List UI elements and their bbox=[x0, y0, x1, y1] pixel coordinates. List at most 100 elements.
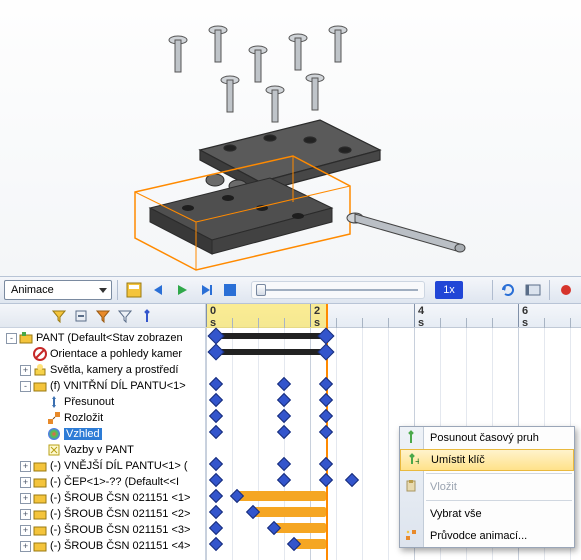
keyframe[interactable] bbox=[209, 457, 223, 471]
expand-toggle bbox=[20, 349, 31, 360]
play-button[interactable] bbox=[171, 279, 193, 301]
ctx-pr-vodce-animac-[interactable]: Průvodce animací... bbox=[400, 525, 574, 547]
expand-toggle[interactable]: + bbox=[20, 461, 31, 472]
tree-row[interactable]: +(-) ČEP<1>-?? (Default<<I bbox=[0, 474, 205, 490]
keyframe[interactable] bbox=[319, 409, 333, 423]
stop-button[interactable] bbox=[219, 279, 241, 301]
loop-button[interactable] bbox=[498, 279, 520, 301]
tree-row[interactable]: Rozložit bbox=[0, 410, 205, 426]
expand-toggle[interactable]: + bbox=[20, 493, 31, 504]
keyframe[interactable] bbox=[209, 473, 223, 487]
keyframe[interactable] bbox=[209, 393, 223, 407]
tree-row[interactable]: +Světla, kamery a prostředí bbox=[0, 362, 205, 378]
ctx-um-stit-kl-[interactable]: +Umístit klíč bbox=[400, 449, 574, 471]
expand-toggle[interactable]: + bbox=[20, 541, 31, 552]
tree-row[interactable]: +(-) ŠROUB ČSN 021151 <1> bbox=[0, 490, 205, 506]
part-icon bbox=[33, 523, 47, 537]
timeline-row[interactable] bbox=[206, 328, 581, 344]
time-bar[interactable] bbox=[237, 491, 325, 501]
keyframe[interactable] bbox=[209, 377, 223, 391]
keyframe[interactable] bbox=[317, 328, 334, 345]
expand-toggle[interactable]: + bbox=[20, 525, 31, 536]
keyframe[interactable] bbox=[277, 393, 291, 407]
speed-menu-button[interactable] bbox=[465, 279, 487, 301]
keyframe[interactable] bbox=[208, 328, 225, 345]
time-slider[interactable] bbox=[251, 281, 425, 299]
timeline-row[interactable] bbox=[206, 344, 581, 360]
part-icon bbox=[33, 475, 47, 489]
calc-button[interactable] bbox=[123, 279, 145, 301]
expand-toggle[interactable]: + bbox=[20, 509, 31, 520]
keyframe[interactable] bbox=[208, 344, 225, 361]
timeline-row[interactable] bbox=[206, 408, 581, 424]
timeline-row[interactable] bbox=[206, 392, 581, 408]
keyframe[interactable] bbox=[317, 344, 334, 361]
tree-row[interactable]: Přesunout bbox=[0, 394, 205, 410]
tree-row[interactable]: Vazby v PANT bbox=[0, 442, 205, 458]
save-avi-button[interactable] bbox=[522, 279, 544, 301]
svg-text:+: + bbox=[415, 456, 419, 467]
keyframe[interactable] bbox=[209, 537, 223, 551]
keyframe[interactable] bbox=[277, 425, 291, 439]
tree-row[interactable]: -PANT (Default<Stav zobrazen bbox=[0, 330, 205, 346]
expand-toggle bbox=[34, 429, 45, 440]
expand-toggle[interactable]: - bbox=[6, 333, 17, 344]
keyframe[interactable] bbox=[345, 473, 359, 487]
tree-row[interactable]: - (f) VNITŘNÍ DÍL PANTU<1> bbox=[0, 378, 205, 394]
model-viewport[interactable] bbox=[0, 0, 581, 276]
step-back-button[interactable] bbox=[147, 279, 169, 301]
ctx-posunout-asov-pruh[interactable]: Posunout časový pruh bbox=[400, 427, 574, 449]
keyframe[interactable] bbox=[209, 409, 223, 423]
tree-label: Vazby v PANT bbox=[64, 444, 134, 456]
step-fwd-button[interactable] bbox=[195, 279, 217, 301]
tree-row[interactable]: Orientace a pohledy kamer bbox=[0, 346, 205, 362]
time-bar[interactable] bbox=[216, 349, 325, 355]
mode-label: Animace bbox=[11, 284, 54, 296]
expand-toggle[interactable]: - bbox=[20, 381, 31, 392]
ctx-label: Vybrat vše bbox=[430, 508, 482, 520]
keyframe[interactable] bbox=[277, 377, 291, 391]
expand-toggle[interactable]: + bbox=[20, 365, 31, 376]
mode-combo[interactable]: Animace bbox=[4, 280, 112, 300]
tree-label: (f) VNITŘNÍ DÍL PANTU<1> bbox=[50, 380, 186, 392]
keyframe[interactable] bbox=[209, 425, 223, 439]
time-bar[interactable] bbox=[274, 523, 326, 533]
tree-panel: -PANT (Default<Stav zobrazenOrientace a … bbox=[0, 304, 206, 560]
time-bar[interactable] bbox=[253, 507, 326, 517]
record-button[interactable] bbox=[555, 279, 577, 301]
keyframe[interactable] bbox=[209, 505, 223, 519]
part-icon bbox=[33, 459, 47, 473]
keyframe[interactable] bbox=[277, 473, 291, 487]
tree-row[interactable]: +(-) VNĚJŠÍ DÍL PANTU<1> ( bbox=[0, 458, 205, 474]
tree-row[interactable]: +(-) ŠROUB ČSN 021151 <4> bbox=[0, 538, 205, 554]
tree-row[interactable]: +(-) ŠROUB ČSN 021151 <3> bbox=[0, 522, 205, 538]
speed-indicator[interactable]: 1x bbox=[435, 281, 463, 299]
expand-toggle[interactable]: + bbox=[20, 477, 31, 488]
collapse-icon[interactable] bbox=[71, 306, 91, 326]
tree-row[interactable]: +(-) ŠROUB ČSN 021151 <2> bbox=[0, 506, 205, 522]
keyframe[interactable] bbox=[209, 489, 223, 503]
time-bar[interactable] bbox=[216, 333, 325, 339]
tree-label: Přesunout bbox=[64, 396, 114, 408]
feature-tree[interactable]: -PANT (Default<Stav zobrazenOrientace a … bbox=[0, 328, 205, 560]
ctx-vybrat-v-e[interactable]: Vybrat vše bbox=[400, 503, 574, 525]
keyframe[interactable] bbox=[319, 377, 333, 391]
tree-row[interactable]: Vzhled bbox=[0, 426, 205, 442]
part-icon bbox=[33, 507, 47, 521]
timeline-row[interactable] bbox=[206, 376, 581, 392]
time-ruler[interactable]: 0 s2 s4 s6 s bbox=[206, 304, 581, 328]
part-icon bbox=[33, 491, 47, 505]
keyframe[interactable] bbox=[319, 425, 333, 439]
filter-icon[interactable] bbox=[49, 306, 69, 326]
keyframe[interactable] bbox=[277, 457, 291, 471]
keyframe[interactable] bbox=[209, 521, 223, 535]
keyframe[interactable] bbox=[277, 409, 291, 423]
keyframe[interactable] bbox=[319, 393, 333, 407]
filter2-icon[interactable] bbox=[115, 306, 135, 326]
expand-icon[interactable] bbox=[93, 306, 113, 326]
timeline-panel[interactable]: 0 s2 s4 s6 s Posunout časový pruh+Umísti… bbox=[206, 304, 581, 560]
keyframe[interactable] bbox=[319, 473, 333, 487]
key-icon[interactable] bbox=[137, 306, 157, 326]
keyframe[interactable] bbox=[319, 457, 333, 471]
asm-icon bbox=[19, 331, 33, 345]
